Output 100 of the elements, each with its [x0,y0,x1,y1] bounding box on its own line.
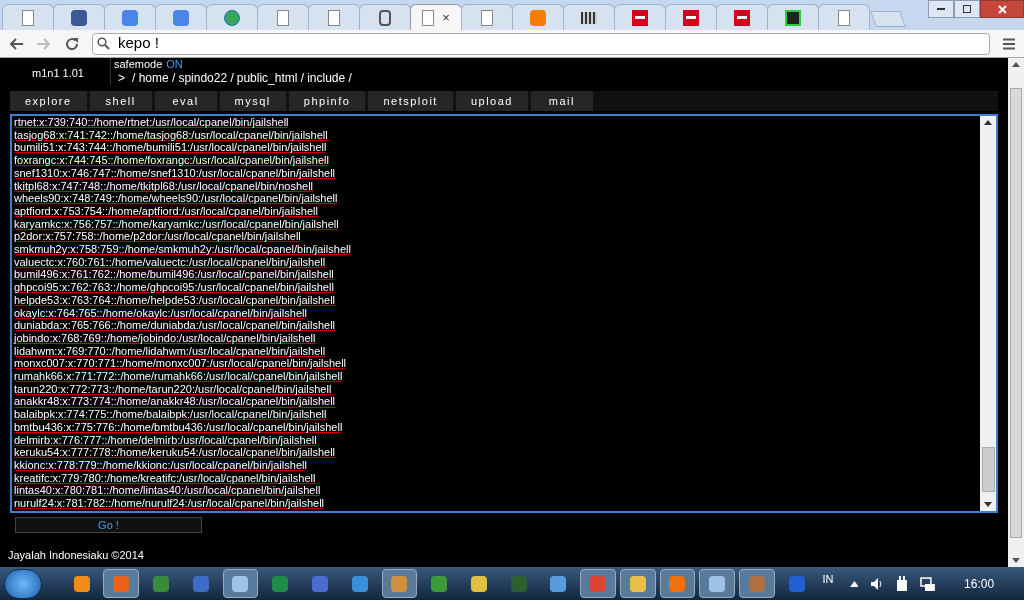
page-icon [328,9,340,26]
browser-tab[interactable] [665,4,717,30]
go-button[interactable]: Go ! [15,517,202,533]
output-line: monxc007:x:770:771::/home/monxc007:/usr/local/cpanel/bin/jailshell [14,357,348,371]
scrollbar-thumb[interactable] [981,447,995,492]
app-icon [192,575,209,592]
browser-tab[interactable] [563,4,615,30]
app-icon [748,575,765,592]
path-segment[interactable]: include / [307,71,352,85]
menu-icon[interactable] [1002,37,1016,50]
power-icon[interactable] [896,575,909,592]
app-icon [550,575,567,592]
back-icon[interactable] [8,36,24,51]
google-icon [122,9,138,26]
output-line: tasjog68:x:741:742::/home/tasjog68:/usr/local/cpanel/bin/jailshell [14,128,329,142]
output-line: ghpcoi95:x:762:763::/home/ghpcoi95:/usr/local/cpanel/bin/jailshell [14,281,335,294]
path-prompt: > [118,71,125,85]
output-line: lintas40:x:780:781::/home/lintas40:/usr/local/cpanel/bin/jailshell [14,484,322,498]
app-icon [669,575,686,592]
app-icon [232,575,249,592]
page-icon [22,9,34,26]
chip-icon [785,9,801,26]
version-label: m1n1 1.01 [31,66,85,81]
scrollbar-thumb[interactable] [1010,87,1022,538]
output-line: duniabda:x:765:766::/home/duniabda:/usr/local/cpanel/bin/jailshell [14,319,337,332]
google-icon [173,9,189,26]
output-line: tarun220:x:772:773::/home/tarun220:/usr/local/cpanel/bin/jailshell [14,382,333,396]
app-icon [709,575,726,592]
menu-tab[interactable]: phpinfo [288,91,366,111]
menu-tab[interactable]: mail [530,91,593,111]
scrollbar[interactable] [980,116,996,511]
app-icon [153,575,170,592]
output-line: snef1310:x:746:747::/home/snef1310:/usr/local/cpanel/bin/jailshell [14,166,337,180]
app-icon [431,575,448,592]
reload-icon[interactable] [64,35,80,52]
close-icon[interactable]: × [442,7,450,28]
network-icon[interactable] [920,575,937,592]
output-line: okaylc:x:764:765::/home/okaylc:/usr/local/cpanel/bin/jailshell [14,306,308,320]
app-icon [73,575,90,592]
language-indicator[interactable]: IN [822,571,834,588]
taskbar-app[interactable] [659,569,696,598]
scroll-up-icon[interactable] [984,120,992,125]
globe-icon [224,9,240,26]
app-icon [510,575,527,592]
taskbar-app[interactable] [619,569,656,598]
path-segment[interactable]: public_html / [236,71,305,85]
maximize-button[interactable] [954,0,980,18]
path-segment[interactable]: spindo22 / [178,71,234,85]
output-line: karyamkc:x:756:757::/home/karyamkc:/usr/local/cpanel/bin/jailshell [14,217,340,231]
browser-tab[interactable]: × [410,4,462,30]
close-icon [997,4,1007,14]
address-bar[interactable]: kepo ! [92,32,990,55]
page-scrollbar[interactable] [1008,58,1024,567]
output-line: wheels90:x:748:749::/home/wheels90:/usr/local/cpanel/bin/jailshell [14,192,339,205]
output-line: smkmuh2y:x:758:759::/home/smkmuh2y:/usr/local/cpanel/bin/jailshell [14,243,352,256]
app-icon [351,575,368,592]
output-line: rtnet:x:739:740::/home/rtnet:/usr/local/cpanel/bin/jailshell [14,116,290,129]
output-line: jobindo:x:768:769::/home/jobindo:/usr/local/cpanel/bin/jailshell [14,331,317,345]
app-icon [470,575,487,592]
output-line: tkitpl68:x:747:748::/home/tkitpl68:/usr/local/cpanel/bin/noshell [14,179,314,193]
output-line: kkionc:x:778:779::/home/kkionc:/usr/local/cpanel/bin/jailshell [14,459,308,472]
facebook-icon [71,9,87,26]
output-line: kreatifc:x:779:780::/home/kreatifc:/usr/local/cpanel/bin/jailshell [14,471,317,485]
menu-tab[interactable]: eval [154,91,217,111]
taskbar-app[interactable] [699,569,736,598]
browser-tab[interactable] [716,4,768,30]
output-line: balaibpk:x:774:775::/home/balaibpk:/usr/local/cpanel/bin/jailshell [14,408,328,421]
menu-tab[interactable]: mysql [219,91,286,111]
page-icon [481,9,493,26]
menu-tab[interactable]: explore [10,91,87,111]
scroll-down-icon[interactable] [984,502,992,507]
browser-tab[interactable] [53,4,105,30]
output-line: bumili51:x:743:744::/home/bumili51:/usr/local/cpanel/bin/jailshell [14,141,328,155]
taskbar-app[interactable] [222,569,259,598]
output-line: p2dor:x:757:758::/home/p2dor:/usr/local/cpanel/bin/jailshell [14,230,302,244]
menu-tab[interactable]: netsploit [368,91,453,111]
app-icon [272,575,289,592]
tray-arrow-icon[interactable] [849,580,859,587]
close-button[interactable] [980,0,1024,18]
browser-tab[interactable] [767,4,819,30]
minimize-button[interactable] [928,0,954,18]
output-line: bmtbu436:x:775:776::/home/bmtbu436:/usr/local/cpanel/bin/jailshell [14,420,344,434]
page-icon [838,9,850,26]
menu-tab[interactable]: upload [455,91,528,111]
scroll-down-icon[interactable] [1012,558,1020,563]
path-segment[interactable]: / home / [132,71,176,85]
start-button[interactable] [4,568,42,599]
app-icon [311,575,328,592]
output-line: lidahwm:x:769:770::/home/lidahwm:/usr/local/cpanel/bin/jailshell [14,344,327,358]
clock[interactable]: 16:00 [964,574,995,593]
browser-tab[interactable] [359,4,411,30]
taskbar-app[interactable] [103,569,140,598]
app-icon [629,575,646,592]
scroll-up-icon[interactable] [1012,62,1020,67]
output-textarea[interactable] [10,114,998,513]
browser-tab[interactable] [614,4,666,30]
output-line: foxrangc:x:744:745::/home/foxrangc:/usr/local/cpanel/bin/jailshell [14,154,330,167]
output-line: delmirb:x:776:777::/home/delmirb:/usr/local/cpanel/bin/jailshell [14,433,318,447]
menu-tab[interactable]: shell [89,91,152,111]
taskbar-app[interactable] [381,569,418,598]
